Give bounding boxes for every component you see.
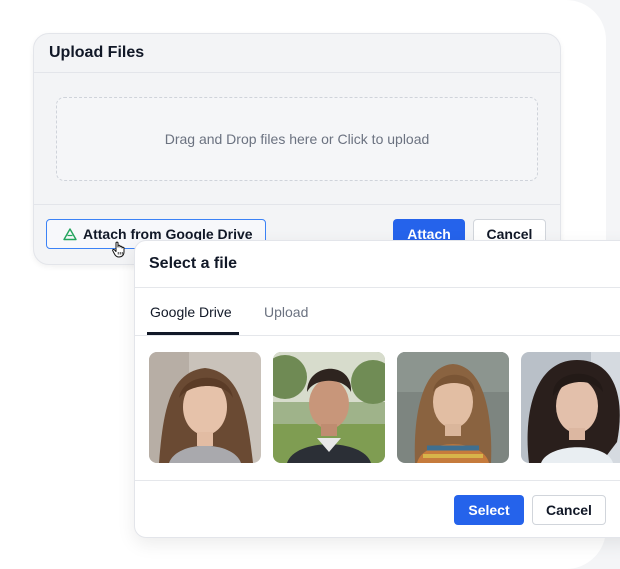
source-tabs: Google Drive Upload [135, 288, 620, 336]
upload-dialog-title: Upload Files [49, 44, 145, 61]
select-button[interactable]: Select [454, 495, 524, 525]
dropzone-text: Drag and Drop files here or Click to upl… [164, 131, 430, 147]
photo-woman-long-hair[interactable] [149, 352, 261, 463]
tab-google-drive[interactable]: Google Drive [150, 304, 232, 320]
select-dialog-header: Select a file [135, 241, 620, 288]
hand-pointer-cursor-icon [112, 241, 125, 258]
select-dialog-title: Select a file [149, 255, 238, 272]
select-file-dialog: Select a file Google Drive Upload Select… [134, 240, 620, 538]
file-dropzone[interactable]: Drag and Drop files here or Click to upl… [56, 97, 538, 181]
select-cancel-button[interactable]: Cancel [532, 495, 606, 525]
active-tab-indicator [147, 332, 239, 335]
photo-woman-colorful-sweater[interactable] [397, 352, 509, 463]
photo-woman-dark-curly-hair[interactable] [521, 352, 620, 463]
upload-dialog-header: Upload Files [34, 34, 560, 73]
tab-upload[interactable]: Upload [264, 304, 308, 320]
upload-files-dialog: Upload Files Drag and Drop files here or… [33, 33, 561, 265]
select-dialog-footer: Select Cancel [135, 481, 620, 537]
photo-grid [135, 336, 620, 481]
google-drive-icon [63, 227, 77, 240]
photo-young-man-outdoors[interactable] [273, 352, 385, 463]
